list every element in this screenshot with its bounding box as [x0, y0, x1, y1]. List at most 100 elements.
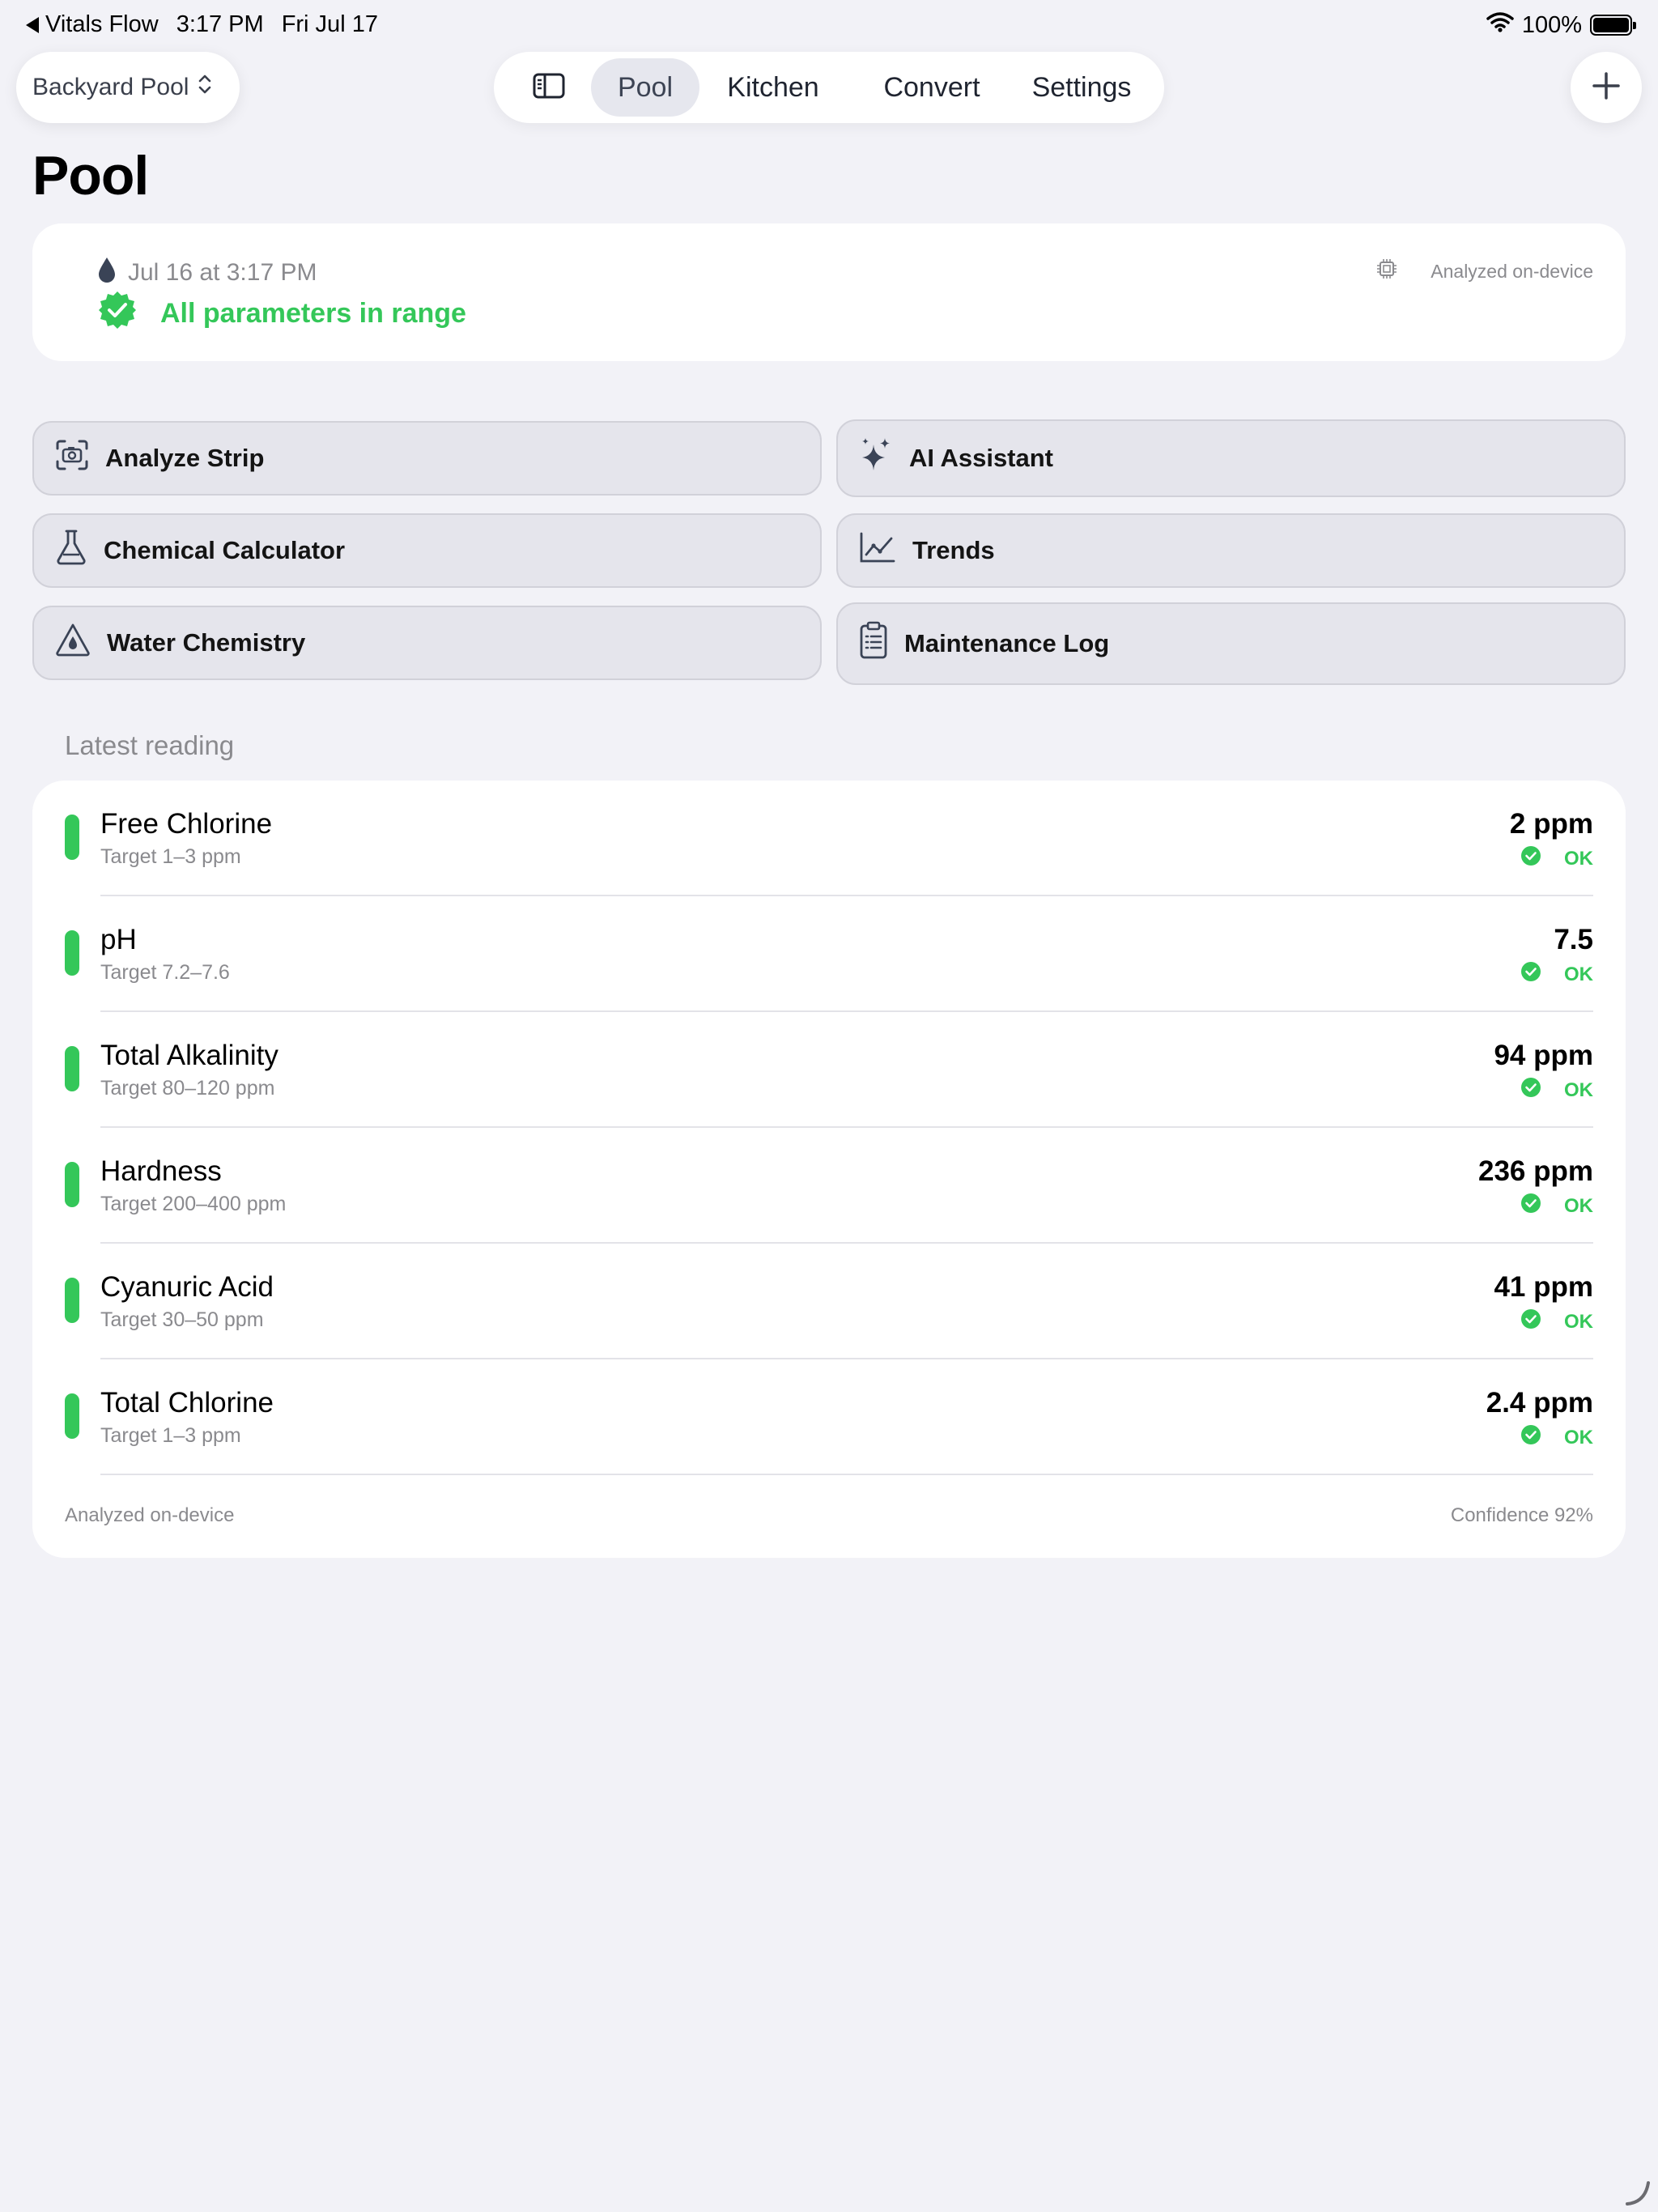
battery-icon: [1590, 15, 1636, 36]
parameter-name: Total Chlorine: [100, 1387, 274, 1419]
cpu-chip-icon: [1375, 257, 1398, 285]
analyze-strip-button[interactable]: Analyze Strip: [32, 421, 822, 496]
check-circle-icon: [1520, 845, 1541, 872]
page-title: Pool: [32, 145, 149, 206]
parameter-name: pH: [100, 924, 137, 955]
sparkles-icon: [859, 436, 893, 480]
parameter-target: Target 7.2–7.6: [100, 961, 230, 984]
battery-percent: 100%: [1521, 11, 1582, 38]
status-badge: OK: [1520, 1308, 1593, 1335]
water-chemistry-label: Water Chemistry: [107, 628, 306, 657]
analysis-source-label: Analyzed on-device: [1431, 260, 1593, 282]
parameter-name: Cyanuric Acid: [100, 1271, 274, 1303]
check-circle-icon: [1520, 1308, 1541, 1335]
maintenance-log-label: Maintenance Log: [904, 629, 1110, 657]
checkmark-seal-icon: [97, 290, 138, 338]
status-bar: Vitals Flow 3:17 PM Fri Jul 17 100%: [0, 0, 1658, 49]
status-badge: OK: [1520, 1424, 1593, 1451]
status-badge: OK: [1520, 1077, 1593, 1104]
water-drop-icon: [97, 256, 117, 290]
parameter-value: 7.5: [1554, 924, 1593, 955]
parameter-value: 2 ppm: [1509, 808, 1593, 840]
status-text: OK: [1564, 1310, 1593, 1333]
tab-bar: Pool Kitchen Convert Settings: [494, 52, 1164, 123]
chemical-calculator-label: Chemical Calculator: [104, 536, 346, 564]
tab-settings[interactable]: Settings: [1017, 58, 1146, 117]
plus-icon: [1591, 70, 1622, 105]
tab-convert[interactable]: Convert: [863, 58, 1001, 117]
wifi-icon: [1486, 11, 1514, 39]
back-to-app[interactable]: Vitals Flow: [26, 11, 159, 38]
reading-row[interactable]: pH Target 7.2–7.6 7.5 OK: [32, 896, 1626, 1012]
clipboard-icon: [859, 621, 888, 666]
pool-picker-label: Backyard Pool: [32, 74, 189, 100]
status-time: 3:17 PM: [176, 11, 264, 37]
reading-row[interactable]: Cyanuric Acid Target 30–50 ppm 41 ppm OK: [32, 1244, 1626, 1359]
row-divider: [100, 1474, 1593, 1475]
status-text: OK: [1564, 1426, 1593, 1448]
reading-timestamp: Jul 16 at 3:17 PM: [128, 259, 317, 286]
chemical-calculator-button[interactable]: Chemical Calculator: [32, 513, 822, 588]
reading-row[interactable]: Free Chlorine Target 1–3 ppm 2 ppm OK: [32, 781, 1626, 896]
summary-card: Jul 16 at 3:17 PM All parameters in rang…: [32, 223, 1626, 361]
parameter-name: Hardness: [100, 1155, 222, 1187]
add-button[interactable]: [1571, 52, 1642, 123]
confidence-label: Confidence 92%: [1450, 1504, 1593, 1526]
ai-assistant-button[interactable]: AI Assistant: [836, 419, 1626, 497]
latest-reading-card: Free Chlorine Target 1–3 ppm 2 ppm OK pH…: [32, 781, 1626, 1558]
chart-line-icon: [859, 531, 896, 570]
tab-pool[interactable]: Pool: [591, 58, 699, 117]
parameter-target: Target 30–50 ppm: [100, 1308, 264, 1331]
ai-assistant-label: AI Assistant: [909, 444, 1054, 472]
trends-button[interactable]: Trends: [836, 513, 1626, 588]
check-circle-icon: [1520, 961, 1541, 988]
status-badge: OK: [1520, 961, 1593, 988]
flask-icon: [55, 529, 87, 572]
back-app-label: Vitals Flow: [45, 11, 159, 37]
water-drop-triangle-icon: [55, 623, 91, 663]
summary-status-text: All parameters in range: [160, 298, 466, 329]
app-screen: Vitals Flow 3:17 PM Fri Jul 17 100% Back…: [0, 0, 1658, 2212]
parameter-value: 41 ppm: [1494, 1271, 1593, 1303]
reading-row[interactable]: Total Chlorine Target 1–3 ppm 2.4 ppm OK: [32, 1359, 1626, 1475]
window-resize-handle[interactable]: [1624, 2180, 1652, 2211]
back-arrow-icon: [26, 16, 39, 33]
sidebar-toggle-button[interactable]: [526, 70, 572, 105]
check-circle-icon: [1520, 1424, 1541, 1451]
status-badge: OK: [1520, 1193, 1593, 1219]
tab-kitchen[interactable]: Kitchen: [712, 58, 834, 117]
analysis-footer: Analyzed on-device: [65, 1504, 235, 1526]
status-date: Fri Jul 17: [281, 11, 378, 37]
parameter-value: 2.4 ppm: [1486, 1387, 1593, 1419]
status-indicator-bar: [65, 930, 79, 976]
reading-row[interactable]: Total Alkalinity Target 80–120 ppm 94 pp…: [32, 1012, 1626, 1128]
status-badge: OK: [1520, 845, 1593, 872]
reading-row[interactable]: Hardness Target 200–400 ppm 236 ppm OK: [32, 1128, 1626, 1244]
status-indicator-bar: [65, 1278, 79, 1323]
status-text: OK: [1564, 1194, 1593, 1217]
parameter-target: Target 200–400 ppm: [100, 1193, 287, 1215]
check-circle-icon: [1520, 1193, 1541, 1219]
parameter-target: Target 1–3 ppm: [100, 1424, 241, 1447]
chevron-up-down-icon: [197, 72, 213, 103]
latest-reading-heading: Latest reading: [65, 730, 235, 760]
camera-scan-icon: [55, 439, 89, 478]
status-text: OK: [1564, 1078, 1593, 1101]
status-text: OK: [1564, 963, 1593, 985]
status-indicator-bar: [65, 1162, 79, 1207]
status-text: OK: [1564, 847, 1593, 870]
parameter-value: 236 ppm: [1478, 1155, 1593, 1187]
parameter-target: Target 80–120 ppm: [100, 1077, 275, 1100]
analyze-strip-label: Analyze Strip: [105, 444, 265, 472]
parameter-value: 94 ppm: [1494, 1040, 1593, 1071]
status-indicator-bar: [65, 1046, 79, 1091]
trends-label: Trends: [912, 536, 995, 564]
parameter-name: Free Chlorine: [100, 808, 273, 840]
sidebar-icon: [533, 73, 565, 103]
maintenance-log-button[interactable]: Maintenance Log: [836, 602, 1626, 685]
status-indicator-bar: [65, 815, 79, 860]
water-chemistry-button[interactable]: Water Chemistry: [32, 606, 822, 680]
status-indicator-bar: [65, 1393, 79, 1439]
pool-picker-button[interactable]: Backyard Pool: [16, 52, 240, 123]
check-circle-icon: [1520, 1077, 1541, 1104]
